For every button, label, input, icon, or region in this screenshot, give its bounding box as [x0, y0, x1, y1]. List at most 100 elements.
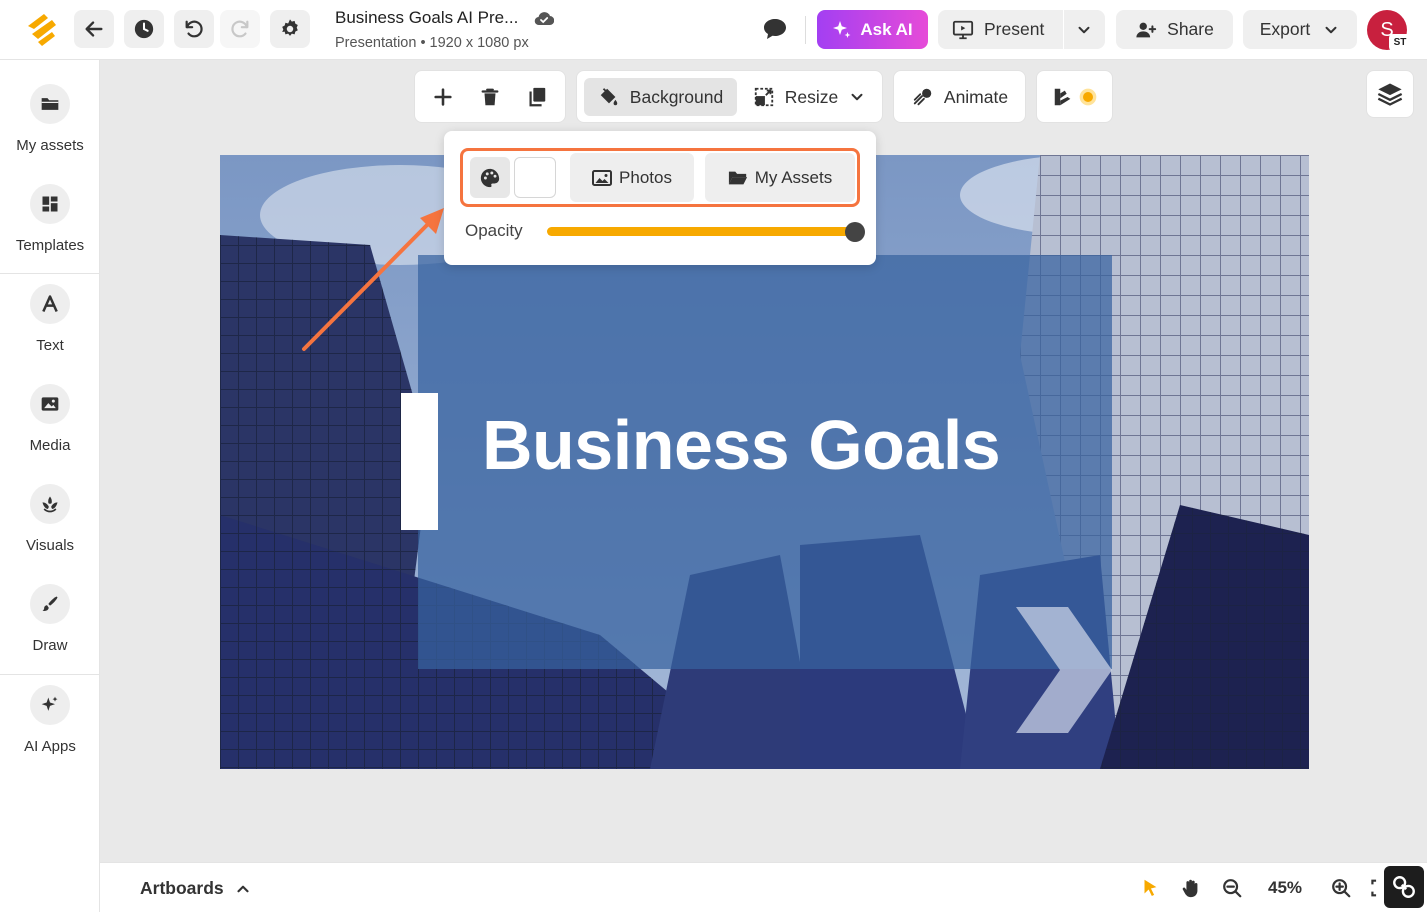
annotation-arrow-icon — [302, 208, 444, 351]
sidebar-item-my-assets[interactable]: My assets — [0, 84, 100, 154]
sidebar-item-draw[interactable]: Draw — [0, 584, 100, 654]
background-toolbar: Background Resize — [576, 70, 883, 123]
visuals-icon — [42, 496, 58, 513]
chevron-down-icon — [851, 93, 863, 101]
comment-icon[interactable] — [762, 17, 788, 41]
back-button[interactable] — [74, 10, 114, 48]
animate-button[interactable]: Animate — [900, 78, 1020, 116]
fullscreen-icon[interactable] — [1370, 877, 1384, 899]
gear-icon — [282, 19, 298, 36]
sidebar-icon-wrap — [30, 685, 70, 725]
undo-icon — [185, 20, 203, 38]
chevron-right-shape[interactable] — [1016, 607, 1112, 733]
sidebar-item-templates[interactable]: Templates — [0, 184, 100, 254]
theme-toolbar — [1036, 70, 1113, 123]
hand-tool-icon[interactable] — [1180, 877, 1202, 899]
sidebar-item-label: Visuals — [25, 537, 75, 554]
zoom-in-icon[interactable] — [1330, 877, 1352, 899]
sparkle-icon — [833, 20, 851, 38]
pointer-tool-icon[interactable] — [1139, 877, 1161, 899]
sidebar-icon-wrap — [30, 184, 70, 224]
palette-icon — [480, 168, 500, 187]
sidebar-item-label: Draw — [32, 637, 68, 654]
zoom-level[interactable]: 45% — [1268, 878, 1302, 898]
element-actions-toolbar — [414, 70, 566, 123]
plus-icon — [434, 88, 452, 106]
theme-palette-icon — [1054, 88, 1071, 106]
delete-button[interactable] — [470, 78, 510, 116]
undo-button[interactable] — [174, 10, 214, 48]
app-logo-icon[interactable] — [22, 12, 62, 48]
share-label: Share — [1167, 19, 1214, 39]
history-button[interactable] — [124, 10, 164, 48]
redo-button[interactable] — [220, 10, 260, 48]
chevron-down-icon — [1078, 26, 1090, 33]
sidebar-icon-wrap — [30, 84, 70, 124]
folder-open-icon — [728, 171, 747, 184]
brush-icon — [42, 596, 58, 611]
trash-icon — [481, 88, 499, 106]
resize-icon — [754, 87, 773, 107]
image-icon — [41, 397, 59, 411]
sidebar-item-label: AI Apps — [24, 738, 76, 755]
artboards-toggle[interactable]: Artboards — [140, 878, 252, 899]
theme-button[interactable] — [1043, 78, 1107, 116]
paint-bucket-icon — [600, 88, 618, 106]
background-color-swatch[interactable] — [514, 157, 556, 198]
sidebar-item-label: Text — [36, 337, 64, 354]
bottom-bar: Artboards 45% — [100, 862, 1427, 912]
layers-icon — [1377, 83, 1403, 106]
ask-ai-button[interactable]: Ask AI — [817, 10, 928, 49]
sidebar-item-ai-apps[interactable]: AI Apps — [0, 685, 100, 755]
copy-icon — [529, 87, 546, 107]
clock-icon — [134, 19, 154, 39]
sidebar-item-text[interactable]: Text — [0, 284, 100, 354]
cloud-saved-icon — [534, 12, 554, 26]
sidebar-divider — [0, 273, 99, 274]
help-widget-button[interactable] — [1384, 866, 1424, 908]
text-icon — [42, 295, 58, 313]
zoom-out-icon[interactable] — [1221, 877, 1243, 899]
add-button[interactable] — [423, 78, 463, 116]
slide-accent-bar[interactable] — [401, 393, 438, 530]
resize-button[interactable]: Resize — [747, 78, 872, 116]
export-button[interactable]: Export — [1243, 10, 1357, 49]
artboards-label: Artboards — [140, 878, 224, 898]
my-assets-button[interactable]: My Assets — [705, 153, 855, 202]
background-button[interactable]: Background — [584, 78, 737, 116]
present-options-button[interactable] — [1064, 10, 1104, 49]
link-icon — [1393, 876, 1415, 898]
sidebar-item-visuals[interactable]: Visuals — [0, 484, 100, 554]
sidebar-item-label: Media — [29, 437, 71, 454]
document-title[interactable]: Business Goals AI Pre... — [335, 8, 518, 28]
chevron-up-icon — [237, 885, 249, 892]
settings-button[interactable] — [270, 10, 310, 48]
color-palette-button[interactable] — [470, 157, 510, 198]
sidebar-item-label: My assets — [16, 137, 84, 154]
opacity-slider-thumb[interactable] — [845, 222, 865, 242]
arrow-left-icon — [85, 21, 103, 37]
my-assets-label: My Assets — [754, 167, 833, 187]
sparkle-icon — [41, 696, 58, 711]
document-subtitle: Presentation • 1920 x 1080 px — [335, 35, 529, 51]
share-button[interactable]: Share — [1116, 10, 1233, 49]
opacity-slider-track[interactable] — [547, 227, 855, 236]
sidebar-icon-wrap — [30, 284, 70, 324]
toolbar-divider — [805, 16, 806, 44]
present-split-button: Present — [938, 10, 1105, 49]
duplicate-button[interactable] — [517, 78, 557, 116]
image-icon — [592, 169, 613, 186]
ask-ai-label: Ask AI — [860, 19, 913, 39]
add-user-icon — [1136, 22, 1157, 37]
templates-icon — [42, 196, 58, 212]
top-bar: Business Goals AI Pre... Presentation • … — [0, 0, 1427, 60]
slide-title[interactable]: Business Goals — [482, 405, 1001, 485]
sidebar-divider — [0, 674, 99, 675]
sidebar-item-label: Templates — [15, 237, 85, 254]
photos-button[interactable]: Photos — [570, 153, 694, 202]
sidebar-item-media[interactable]: Media — [0, 384, 100, 454]
animate-toolbar: Animate — [893, 70, 1026, 123]
layers-button[interactable] — [1366, 70, 1414, 118]
present-button[interactable]: Present — [938, 10, 1064, 49]
export-label: Export — [1259, 19, 1311, 39]
